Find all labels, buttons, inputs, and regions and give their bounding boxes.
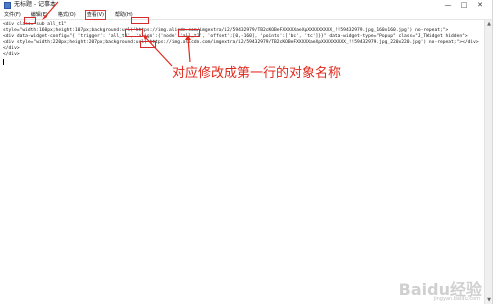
annotation-arrows bbox=[42, 1, 191, 67]
arrow-node-head bbox=[185, 35, 191, 40]
vertical-scrollbar[interactable]: ▲ ▼ bbox=[484, 20, 492, 304]
scroll-down-icon[interactable]: ▼ bbox=[486, 297, 492, 303]
arrow-node bbox=[187, 37, 191, 63]
scroll-up-icon[interactable]: ▲ bbox=[486, 21, 492, 27]
annotation-text: 对应修改成第一行的对象名称 bbox=[172, 66, 342, 81]
arrow-trigger bbox=[145, 37, 173, 67]
text-caret bbox=[3, 59, 4, 65]
notepad-window: 无标题 - 记事本 — □ ✕ 文件(F) 编辑(E) 格式(O) 查看(V) … bbox=[0, 0, 493, 304]
baidu-watermark-url: jingyan.baidu.com bbox=[433, 296, 480, 302]
arrow-top bbox=[43, 1, 59, 19]
